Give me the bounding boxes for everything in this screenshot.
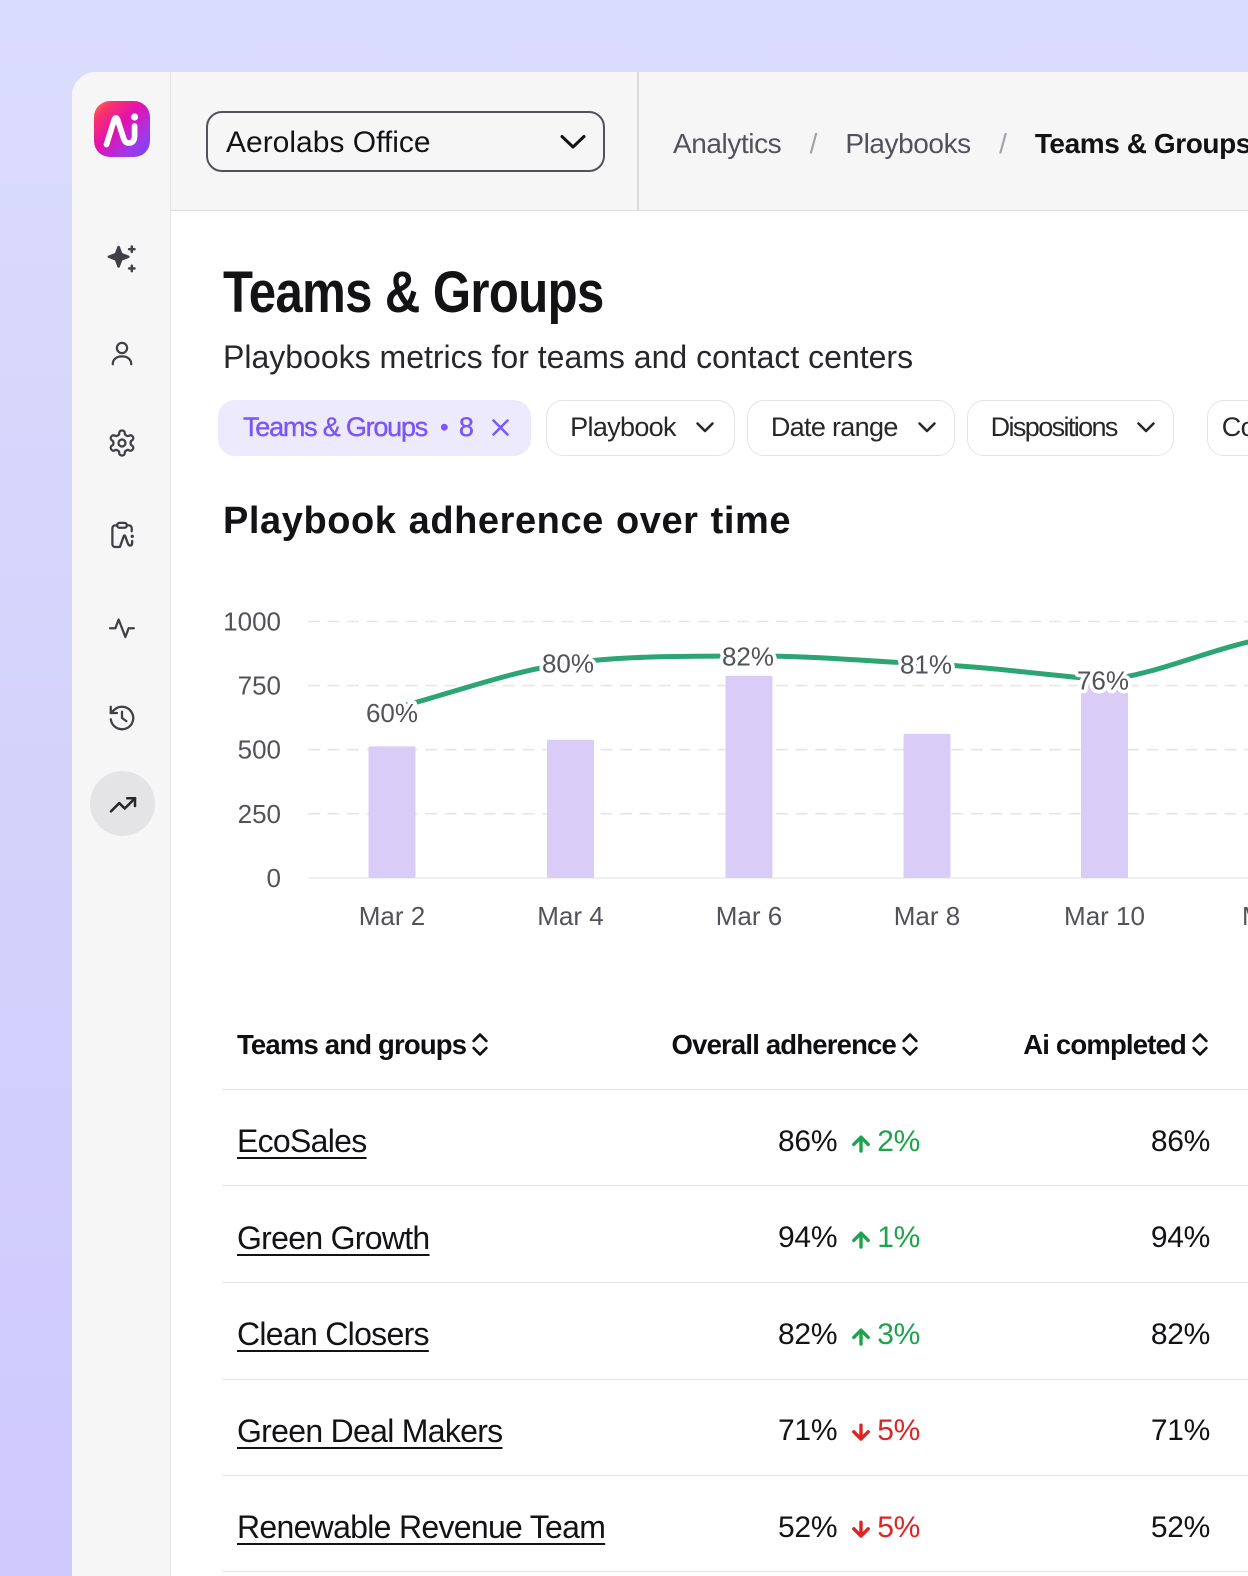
- svg-text:81%: 81%: [900, 649, 952, 679]
- svg-text:Mar 12: Mar 12: [1242, 901, 1248, 931]
- svg-text:Mar 6: Mar 6: [716, 901, 782, 931]
- svg-text:80%: 80%: [542, 648, 594, 678]
- svg-text:Mar 8: Mar 8: [894, 901, 960, 931]
- svg-text:0: 0: [267, 863, 281, 893]
- svg-text:76%: 76%: [1077, 665, 1129, 695]
- svg-text:250: 250: [238, 798, 281, 828]
- svg-text:Mar 2: Mar 2: [359, 901, 425, 931]
- svg-text:1000: 1000: [223, 606, 281, 636]
- svg-text:750: 750: [238, 670, 281, 700]
- svg-text:60%: 60%: [366, 698, 418, 728]
- svg-text:500: 500: [238, 734, 281, 764]
- svg-text:82%: 82%: [722, 641, 774, 671]
- svg-text:Mar 4: Mar 4: [537, 901, 603, 931]
- svg-text:Mar 10: Mar 10: [1064, 901, 1145, 931]
